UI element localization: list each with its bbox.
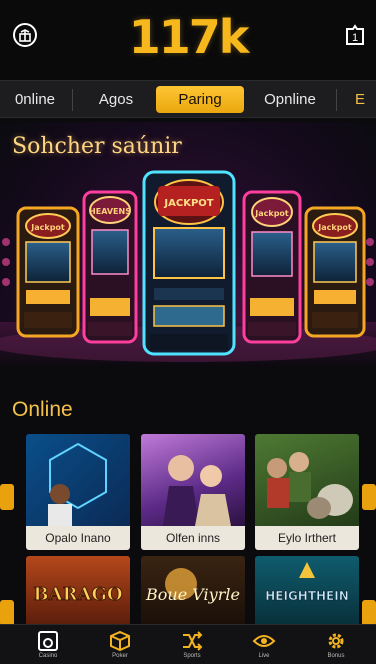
- tab-agos[interactable]: Agos: [86, 86, 146, 113]
- nav-label: Poker: [112, 653, 128, 659]
- banner-title: Sohcher saúnir: [12, 134, 182, 159]
- nav-label: Casino: [38, 653, 58, 659]
- nav-label: Live: [258, 653, 270, 659]
- nav-label: Bonus: [327, 653, 345, 659]
- scroll-left-handle[interactable]: [0, 600, 14, 626]
- tab-online[interactable]: 0nline: [6, 86, 64, 113]
- game-artwork: HEIGHTHEIN: [265, 562, 349, 603]
- nav-sports[interactable]: Sports: [162, 627, 222, 664]
- bottom-navigation: Casino Poker Sports Live Bonus: [0, 624, 376, 664]
- tab-more[interactable]: E: [344, 86, 376, 113]
- machine-title: Jackpot: [30, 223, 65, 232]
- machine-title: Jackpot: [317, 223, 352, 232]
- game-title-art: HEIGHTHEIN: [265, 589, 349, 603]
- nav-label: Sports: [183, 653, 201, 659]
- tab-paring[interactable]: Paring: [156, 86, 244, 113]
- notification-button[interactable]: 1: [340, 20, 370, 50]
- game-artwork: BARAGO: [33, 584, 123, 606]
- nav-live[interactable]: Live: [234, 627, 294, 664]
- game-thumbnail: BARAGO: [26, 556, 130, 626]
- nav-poker[interactable]: Poker: [90, 627, 150, 664]
- game-card[interactable]: BARAGO: [26, 556, 130, 626]
- tab-divider: [72, 89, 73, 111]
- cube-icon: [110, 630, 130, 652]
- game-label: Olfen inns: [141, 526, 245, 550]
- game-title-art: Boue Viyrle: [145, 585, 240, 604]
- game-artwork: [163, 455, 231, 526]
- shuffle-icon: [183, 631, 203, 651]
- app-header: 117k 1: [0, 0, 376, 80]
- game-card[interactable]: Boue Viyrle: [141, 556, 245, 626]
- game-thumbnail: [26, 434, 130, 526]
- eye-icon: [252, 635, 276, 647]
- tab-opnline[interactable]: Opnline: [254, 86, 326, 113]
- game-label: Opalo Inano: [26, 526, 130, 550]
- machine-title: JACKPOT: [163, 198, 213, 209]
- game-card[interactable]: Eylo Irthert: [255, 434, 359, 550]
- machine-title: HEAVENS: [89, 207, 131, 216]
- game-artwork: [267, 452, 353, 519]
- settings-gear-icon: [328, 633, 344, 649]
- promo-banner[interactable]: Jackpot HEAVENS JACKPOT Jackpot Jackpot …: [0, 122, 376, 366]
- game-thumbnail: [141, 434, 245, 526]
- section-title: Online: [12, 398, 73, 421]
- scroll-left-handle[interactable]: [0, 484, 14, 510]
- game-thumbnail: [255, 434, 359, 526]
- game-title-art: BARAGO: [33, 584, 122, 605]
- nav-bonus[interactable]: Bonus: [306, 627, 366, 664]
- nav-casino[interactable]: Casino: [18, 627, 78, 664]
- scroll-right-handle[interactable]: [362, 484, 376, 510]
- game-thumbnail: Boue Viyrle: [141, 556, 245, 626]
- category-tabs: 0nline Agos Paring Opnline E: [0, 80, 376, 118]
- game-card[interactable]: Opalo Inano: [26, 434, 130, 550]
- app-logo[interactable]: 117k: [0, 10, 376, 64]
- game-artwork: Boue Viyrle: [145, 568, 240, 604]
- game-thumbnail: HEIGHTHEIN: [255, 556, 359, 626]
- game-card[interactable]: HEIGHTHEIN: [255, 556, 359, 626]
- tab-divider: [336, 89, 337, 111]
- scroll-right-handle[interactable]: [362, 600, 376, 626]
- game-card[interactable]: Olfen inns: [141, 434, 245, 550]
- game-label: Eylo Irthert: [255, 526, 359, 550]
- machine-title: Jackpot: [254, 209, 289, 218]
- game-artwork: [48, 442, 107, 526]
- game-grid: Opalo Inano Olfen inns Eylo Irthert BARA…: [0, 430, 376, 626]
- casino-icon: [38, 631, 58, 651]
- notification-count: 1: [352, 32, 358, 44]
- notification-icon: 1: [346, 24, 364, 45]
